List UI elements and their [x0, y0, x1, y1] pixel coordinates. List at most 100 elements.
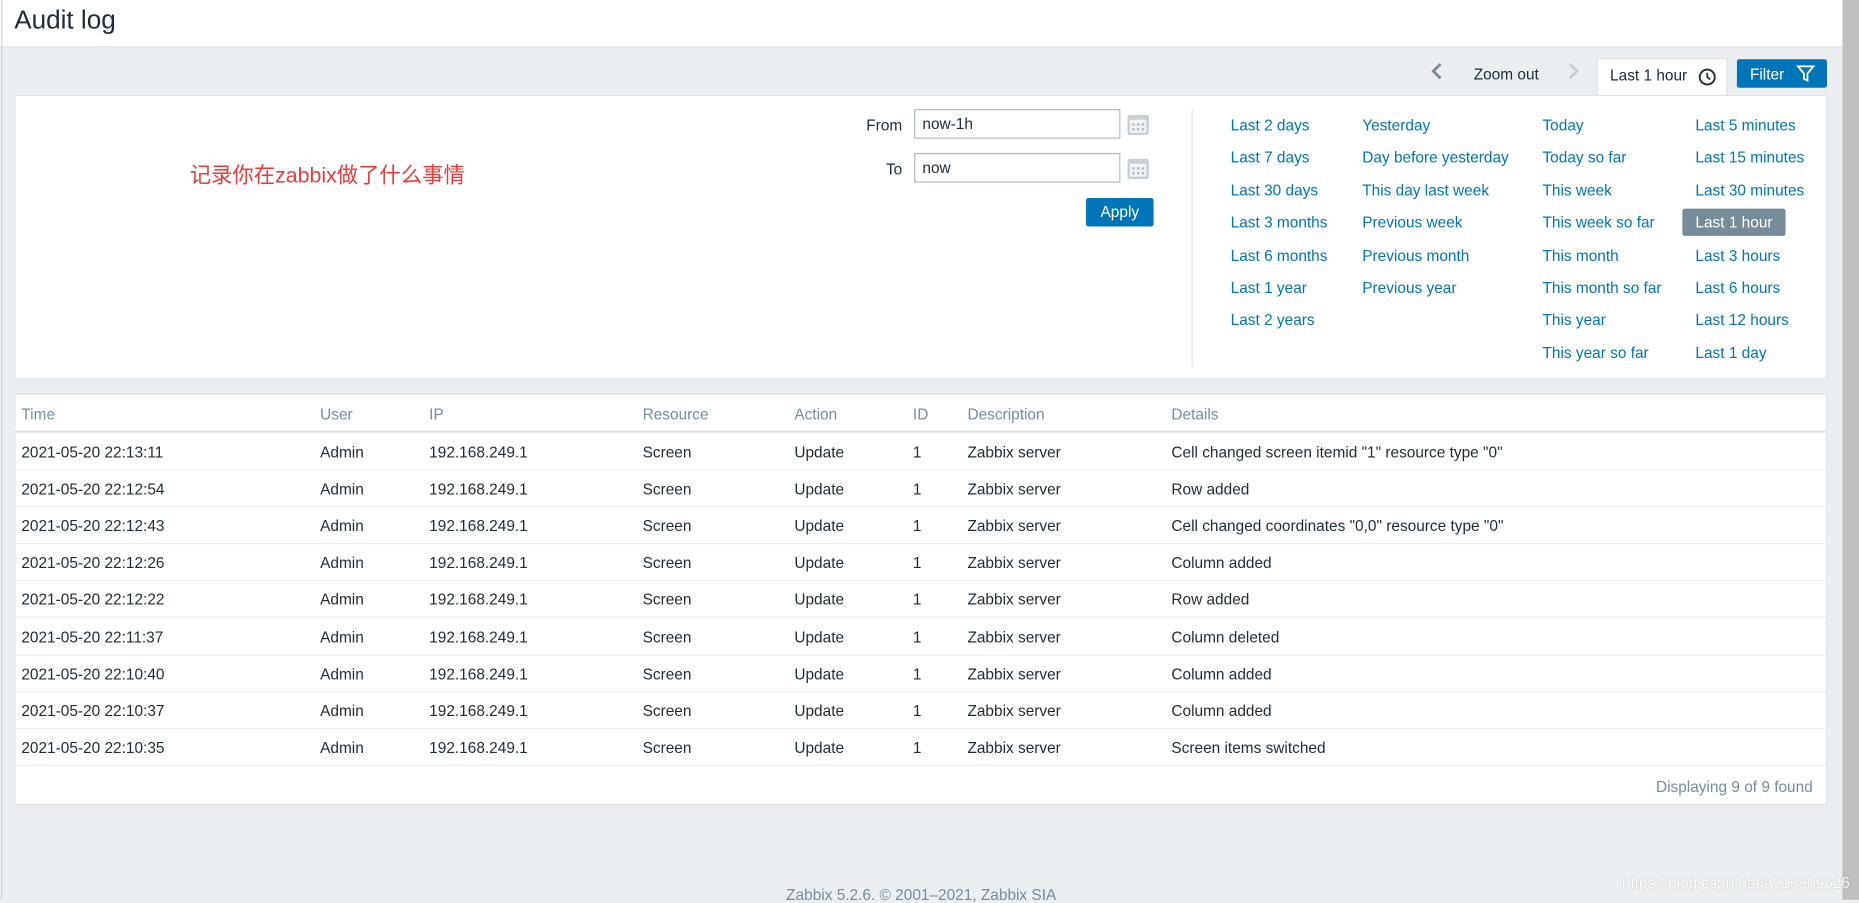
table-cell: Screen	[642, 627, 692, 646]
table-cell: Screen	[642, 443, 692, 462]
table-cell: 2021-05-20 22:10:35	[21, 738, 165, 757]
column-header: Details	[1171, 405, 1219, 424]
quick-range-link[interactable]: Previous month	[1362, 246, 1469, 264]
quick-range-link[interactable]: Yesterday	[1362, 116, 1430, 134]
table-cell: Admin	[320, 664, 364, 683]
quick-range-link[interactable]: This year so far	[1542, 344, 1648, 362]
table-cell: Admin	[320, 517, 364, 535]
page-title: Audit log	[14, 4, 116, 35]
table-cell: Screen	[642, 701, 692, 720]
quick-range-link[interactable]: Last 6 months	[1231, 246, 1328, 264]
quick-range-link[interactable]: Day before yesterday	[1362, 149, 1509, 167]
time-range-tab[interactable]: Last 1 hour	[1597, 58, 1728, 97]
chevron-left-icon[interactable]	[1430, 59, 1444, 90]
quick-range-link[interactable]: Last 2 years	[1231, 311, 1315, 329]
from-label: From	[866, 116, 903, 134]
table-cell: Admin	[320, 627, 364, 646]
table-cell: 1	[912, 480, 922, 499]
calendar-icon[interactable]	[1126, 156, 1150, 180]
table-cell: Screen	[642, 590, 692, 609]
clock-icon	[1698, 68, 1716, 86]
watermark: https://blog.csdn.net/a913909626	[1621, 873, 1850, 892]
table-cell: Row added	[1171, 480, 1250, 499]
quick-range-link[interactable]: Today so far	[1542, 149, 1626, 167]
table-cell: Zabbix server	[967, 554, 1061, 572]
table-cell: Screen items switched	[1171, 738, 1326, 757]
quick-range-link[interactable]: Last 30 days	[1231, 181, 1318, 199]
table-cell: Cell changed coordinates "0,0" resource …	[1171, 517, 1504, 535]
table-cell: 192.168.249.1	[429, 443, 528, 462]
table-cell: Update	[794, 517, 845, 535]
quick-range-link[interactable]: Previous week	[1362, 214, 1462, 232]
table-cell: Screen	[642, 554, 692, 572]
quick-range-link[interactable]: Last 5 minutes	[1695, 116, 1795, 134]
calendar-icon[interactable]	[1126, 113, 1150, 137]
table-cell: Zabbix server	[967, 664, 1061, 683]
table-cell: 1	[912, 701, 922, 720]
table-cell: Admin	[320, 701, 364, 720]
quick-range-link[interactable]: This month	[1542, 246, 1618, 264]
quick-range-link[interactable]: Last 1 year	[1231, 279, 1307, 297]
table-cell: 192.168.249.1	[429, 701, 528, 720]
table-cell: Admin	[320, 480, 364, 499]
table-cell: 192.168.249.1	[429, 554, 528, 572]
column-header: Time	[21, 405, 56, 424]
table-cell: Zabbix server	[967, 701, 1061, 720]
table-cell: Column added	[1171, 664, 1272, 683]
table-cell: Update	[794, 554, 845, 572]
quick-range-link[interactable]: This year	[1542, 311, 1605, 329]
table-cell: Update	[794, 701, 845, 720]
table-row: 2021-05-20 22:12:54 Admin 192.168.249.1 Scr…	[15, 470, 1826, 508]
quick-range-link[interactable]: Last 3 hours	[1695, 246, 1780, 264]
table-cell: Cell changed screen itemid "1" resource …	[1171, 443, 1503, 462]
column-header: Description	[967, 405, 1045, 424]
table-cell: 1	[912, 517, 922, 535]
table-cell: Zabbix server	[967, 480, 1061, 499]
table-cell: Zabbix server	[967, 590, 1061, 609]
column-header: Action	[794, 405, 838, 424]
table-cell: Update	[794, 738, 845, 757]
quick-range-link[interactable]: This week	[1542, 181, 1611, 199]
quick-range-link[interactable]: This month so far	[1542, 279, 1661, 297]
quick-range-link[interactable]: Last 7 days	[1231, 149, 1310, 167]
quick-range-link[interactable]: Last 3 months	[1231, 214, 1328, 232]
quick-range-link[interactable]: Last 12 hours	[1695, 311, 1788, 329]
scrollbar[interactable]	[1842, 0, 1859, 900]
filter-button[interactable]: Filter	[1736, 59, 1828, 88]
column-header: User	[320, 405, 353, 424]
from-input[interactable]	[914, 109, 1121, 139]
quick-range-link[interactable]: Last 15 minutes	[1695, 149, 1804, 167]
quick-range-link[interactable]: Today	[1542, 116, 1583, 134]
zoom-out-button[interactable]: Zoom out	[1474, 65, 1539, 83]
quick-range-link[interactable]: This week so far	[1542, 214, 1654, 232]
table-cell: Screen	[642, 480, 692, 499]
to-input[interactable]	[914, 152, 1121, 183]
column-header: Resource	[642, 405, 709, 424]
quick-range-link[interactable]: Last 1 hour	[1682, 208, 1786, 237]
table-row: 2021-05-20 22:12:43 Admin 192.168.249.1 Scr…	[15, 506, 1826, 545]
apply-button[interactable]: Apply	[1086, 197, 1154, 227]
table-row: 2021-05-20 22:13:11 Admin 192.168.249.1 Scr…	[15, 433, 1826, 471]
table-cell: Zabbix server	[967, 517, 1061, 535]
quick-range-link[interactable]: Previous year	[1362, 279, 1456, 297]
table-row: 2021-05-20 22:10:37 Admin 192.168.249.1 Scr…	[15, 691, 1826, 729]
table-cell: Update	[794, 627, 845, 646]
quick-range-link[interactable]: Last 6 hours	[1695, 279, 1780, 297]
table-cell: 2021-05-20 22:11:37	[21, 627, 164, 646]
table-row: 2021-05-20 22:10:35 Admin 192.168.249.1 Scr…	[15, 728, 1826, 766]
quick-range-link[interactable]: This day last week	[1362, 181, 1489, 199]
table-cell: 2021-05-20 22:12:43	[21, 517, 165, 535]
quick-range-link[interactable]: Last 2 days	[1231, 116, 1310, 134]
table-cell: Column deleted	[1171, 627, 1280, 646]
table-row: 2021-05-20 22:12:26 Admin 192.168.249.1 Scr…	[15, 543, 1826, 582]
table-cell: Update	[794, 590, 845, 609]
table-cell: 192.168.249.1	[429, 590, 528, 609]
table-cell: 192.168.249.1	[429, 664, 528, 683]
table-cell: Screen	[642, 738, 692, 757]
quick-range-link[interactable]: Last 1 day	[1695, 344, 1766, 362]
table-cell: 1	[912, 443, 922, 462]
quick-range-link[interactable]: Last 30 minutes	[1695, 181, 1804, 199]
table-cell: 1	[912, 738, 922, 757]
chevron-right-icon[interactable]	[1566, 59, 1580, 90]
result-count: Displaying 9 of 9 found	[1655, 777, 1813, 796]
